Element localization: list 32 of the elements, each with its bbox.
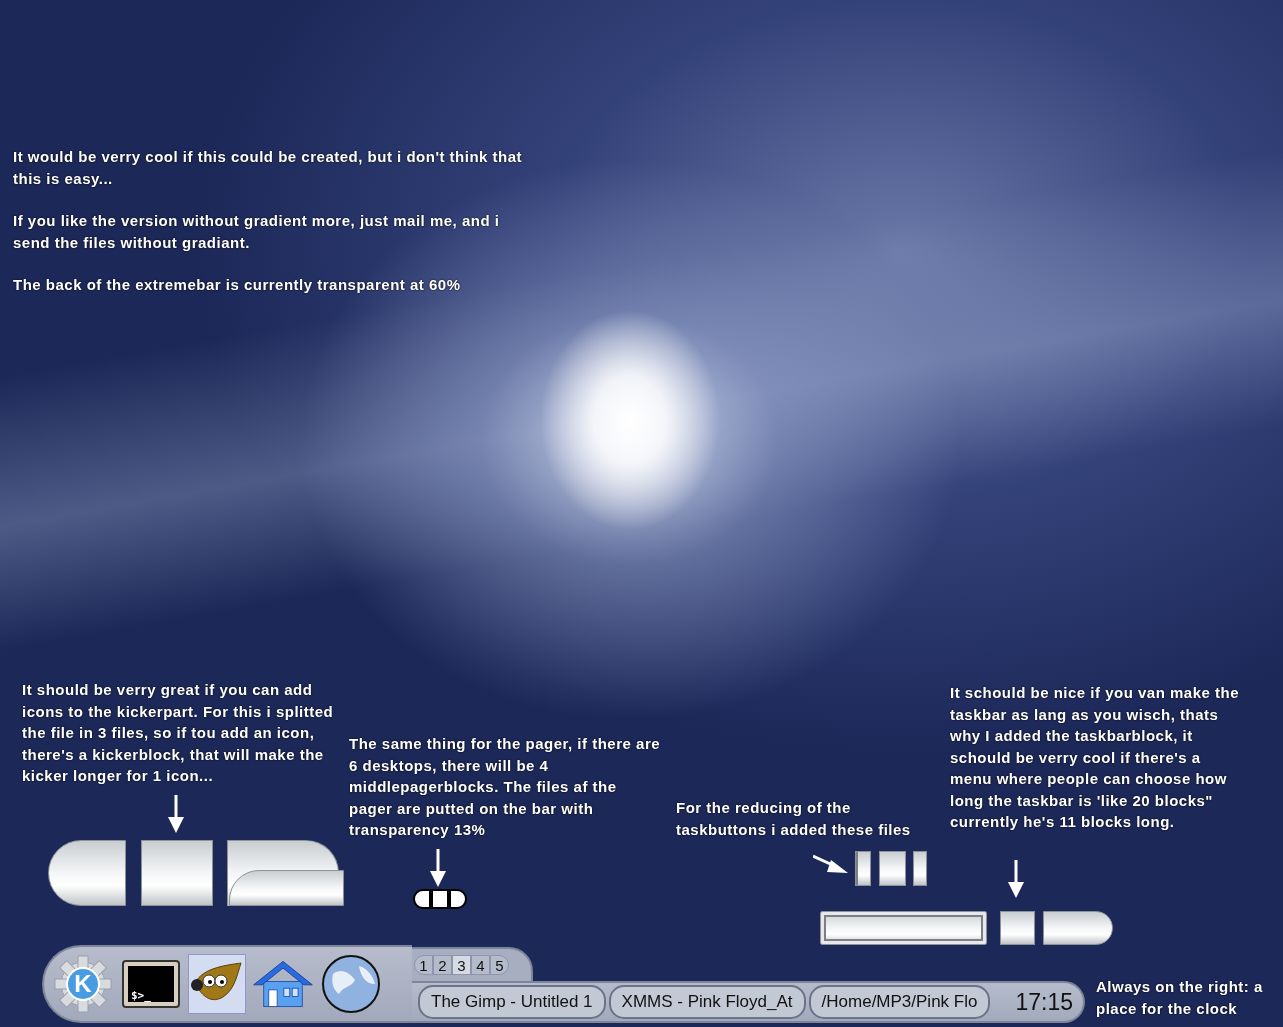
- terminal-icon[interactable]: $>_: [122, 960, 180, 1008]
- note-text: It would be verry cool if this could be created, but i don't think that this is easy...: [13, 147, 524, 189]
- desktop-button[interactable]: 4: [471, 955, 490, 975]
- note-text: For the reducing of the taskbuttons i added these files: [676, 798, 912, 840]
- arrow: [813, 854, 849, 874]
- pager-middle-block: [431, 889, 449, 909]
- middle-block: [141, 840, 213, 906]
- note-text: It should be verry great if you can add icons to the kickerpart. For this i splitted the file in 3 files, so if tou add an icon, there's a kickerblock, that will make the kicker longer for 1 icon...: [22, 680, 335, 786]
- clock: 17:15: [1015, 988, 1073, 1016]
- taskbar-middle-block: [1000, 911, 1035, 945]
- pager-end-block: [413, 889, 431, 909]
- taskbutton-end-block: [913, 851, 927, 886]
- arrow: [1008, 860, 1024, 898]
- pager-end-block: [449, 889, 467, 909]
- globe-icon[interactable]: [321, 954, 381, 1014]
- arrow: [168, 795, 184, 833]
- desktop-button[interactable]: 5: [490, 955, 509, 975]
- note-text: The back of the extremebar is currently transparent at 60%: [13, 275, 462, 295]
- note-text: Always on the right: a place for the clock: [1096, 977, 1264, 1019]
- note-text: It schould be nice if you van make the taskbar as lang as you wisch, thats why I added the taskbarblock, it schould be verry cool if there's a menu where people can choose how long the taskbar is 'like 20 blocks" currently he's 11 blocks long.: [950, 683, 1241, 832]
- desktop-button[interactable]: 3: [452, 955, 471, 975]
- arrow: [430, 849, 446, 887]
- taskbar-end-block: [1043, 911, 1113, 945]
- taskbutton-middle-block: [879, 851, 906, 886]
- task-button[interactable]: The Gimp - Untitled 1: [418, 985, 606, 1019]
- note-text: The same thing for the pager, if there are 6 desktops, there will be 4 middlepagerblocks. The files af the pager are putted on the bar with transparency 13%: [349, 734, 661, 840]
- desktop-button[interactable]: 2: [433, 955, 452, 975]
- task-button[interactable]: XMMS - Pink Floyd_At: [608, 985, 806, 1019]
- desktop-button[interactable]: 1: [414, 955, 433, 975]
- taskbutton-end-block: [855, 851, 871, 886]
- note-text: If you like the version without gradient more, just mail me, and i send the files without gradiant.: [13, 211, 501, 253]
- task-button[interactable]: /Home/MP3/Pink Flo: [808, 985, 991, 1019]
